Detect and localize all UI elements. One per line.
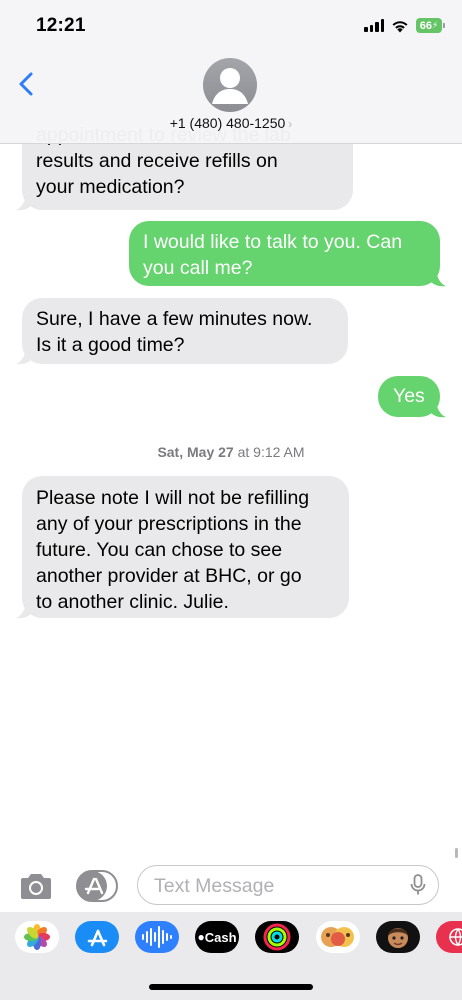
message-bubble-incoming[interactable]: Please note I will not be refilling any … xyxy=(22,476,349,618)
chevron-right-icon: › xyxy=(288,117,293,131)
app-store-button[interactable] xyxy=(76,870,118,902)
scrollbar[interactable] xyxy=(455,848,458,858)
person-icon xyxy=(212,68,248,104)
status-icons: 66 ⚡ xyxy=(364,18,445,33)
waveform-icon xyxy=(142,926,172,948)
message-line: to another clinic. Julie. xyxy=(36,591,229,613)
memoji-app[interactable] xyxy=(376,921,420,953)
timestamp-day: Sat, May 27 xyxy=(157,444,234,460)
app-store-icon xyxy=(87,929,108,947)
app-store-icon xyxy=(76,870,118,902)
bubble-tail xyxy=(16,192,32,211)
message-line: Is it a good time? xyxy=(36,334,185,356)
activity-rings-icon xyxy=(263,923,291,951)
back-button[interactable] xyxy=(14,68,40,100)
memoji-icon xyxy=(388,928,408,948)
imessage-app-drawer: ● Cash xyxy=(0,912,462,1000)
message-text-input[interactable] xyxy=(152,872,396,900)
message-bubble-outgoing[interactable]: I would like to talk to you. Can you cal… xyxy=(129,221,440,286)
memoji-stickers-app[interactable] xyxy=(316,921,360,953)
apple-cash-app[interactable]: ● Cash xyxy=(195,921,239,953)
globe-icon xyxy=(449,928,462,947)
message-bubble-incoming[interactable]: Sure, I have a few minutes now. Is it a … xyxy=(22,298,348,364)
message-input[interactable] xyxy=(137,865,439,905)
bubble-tail xyxy=(16,346,32,365)
microphone-icon[interactable] xyxy=(410,874,426,896)
contact-name[interactable]: +1 (480) 480-1250 › xyxy=(0,115,462,131)
bubble-tail xyxy=(16,600,32,619)
message-line: any of your prescriptions in the xyxy=(36,513,302,535)
contact-phone: +1 (480) 480-1250 xyxy=(169,115,286,131)
message-line: I would like to talk to you. Can xyxy=(143,231,403,253)
cellular-signal-icon xyxy=(364,19,384,32)
home-indicator[interactable] xyxy=(149,984,313,990)
web-app[interactable] xyxy=(436,921,462,953)
apple-cash-label: Cash xyxy=(204,929,237,945)
contact-avatar[interactable] xyxy=(203,58,257,112)
message-line: your medication? xyxy=(36,176,185,198)
fitness-app[interactable] xyxy=(255,921,299,953)
photos-app[interactable] xyxy=(15,921,59,953)
wifi-icon xyxy=(392,20,408,32)
photos-icon xyxy=(24,924,50,950)
bubble-tail xyxy=(430,268,446,287)
app-store-app[interactable] xyxy=(75,921,119,953)
message-line: Yes xyxy=(393,385,425,407)
timestamp-time: 9:12 AM xyxy=(253,444,305,460)
battery-level: 66 xyxy=(419,19,432,32)
memoji-stickers-icon xyxy=(321,927,354,947)
timestamp-at: at xyxy=(237,444,250,460)
message-line: Sure, I have a few minutes now. xyxy=(36,308,313,330)
apple-logo-icon: ● xyxy=(197,930,205,944)
battery-icon: 66 ⚡ xyxy=(416,18,445,33)
camera-button[interactable] xyxy=(18,872,54,902)
message-line: future. You can chose to see xyxy=(36,539,283,561)
status-time: 12:21 xyxy=(36,15,86,36)
status-bar: 12:21 66 ⚡ xyxy=(0,0,462,52)
message-line: Please note I will not be refilling xyxy=(36,487,310,509)
message-line: another provider at BHC, or go xyxy=(36,565,302,587)
timestamp: Sat, May 27 at 9:12 AM xyxy=(0,444,462,460)
bubble-tail xyxy=(430,399,446,418)
message-line: you call me? xyxy=(143,257,253,279)
audio-message-app[interactable] xyxy=(135,921,179,953)
conversation-header: 12:21 66 ⚡ +1 (480) 480-1250 › xyxy=(0,0,462,144)
message-line: results and receive refills on xyxy=(36,150,278,172)
